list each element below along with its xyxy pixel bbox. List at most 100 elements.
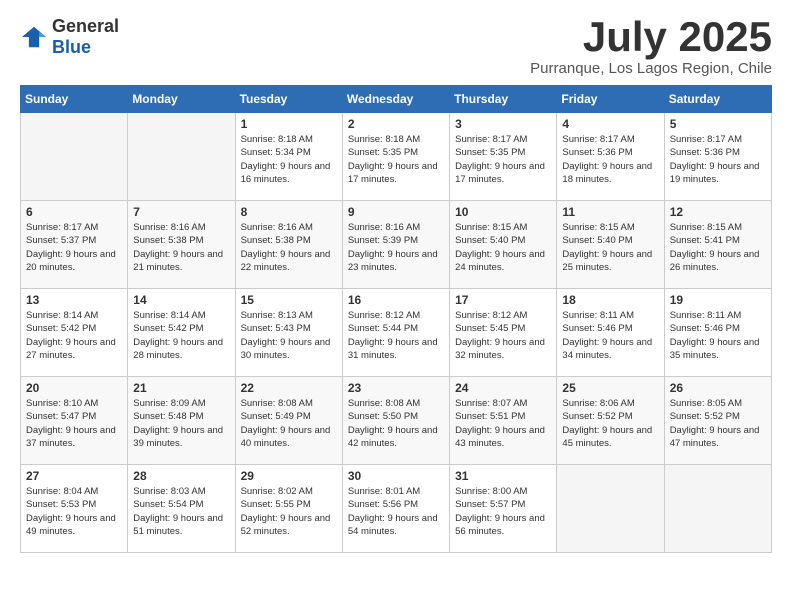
calendar-cell (664, 465, 771, 553)
day-number: 9 (348, 205, 444, 219)
day-number: 5 (670, 117, 766, 131)
cell-info: Sunrise: 8:01 AM Sunset: 5:56 PM Dayligh… (348, 485, 444, 538)
day-number: 15 (241, 293, 337, 307)
calendar-cell: 9 Sunrise: 8:16 AM Sunset: 5:39 PM Daylig… (342, 201, 449, 289)
calendar-cell (128, 113, 235, 201)
day-number: 7 (133, 205, 229, 219)
cell-info: Sunrise: 8:14 AM Sunset: 5:42 PM Dayligh… (26, 309, 122, 362)
calendar-cell: 27 Sunrise: 8:04 AM Sunset: 5:53 PM Dayli… (21, 465, 128, 553)
day-number: 18 (562, 293, 658, 307)
day-number: 23 (348, 381, 444, 395)
calendar-cell: 30 Sunrise: 8:01 AM Sunset: 5:56 PM Dayli… (342, 465, 449, 553)
calendar-cell: 12 Sunrise: 8:15 AM Sunset: 5:41 PM Dayli… (664, 201, 771, 289)
cell-info: Sunrise: 8:13 AM Sunset: 5:43 PM Dayligh… (241, 309, 337, 362)
cell-info: Sunrise: 8:17 AM Sunset: 5:36 PM Dayligh… (670, 133, 766, 186)
day-number: 27 (26, 469, 122, 483)
calendar-cell: 25 Sunrise: 8:06 AM Sunset: 5:52 PM Dayli… (557, 377, 664, 465)
day-number: 30 (348, 469, 444, 483)
calendar-cell: 11 Sunrise: 8:15 AM Sunset: 5:40 PM Dayli… (557, 201, 664, 289)
calendar-cell: 26 Sunrise: 8:05 AM Sunset: 5:52 PM Dayli… (664, 377, 771, 465)
calendar-cell: 17Sunrise: 8:12 AM Sunset: 5:45 PM Dayli… (450, 289, 557, 377)
subtitle: Purranque, Los Lagos Region, Chile (530, 60, 772, 77)
day-number: 11 (562, 205, 658, 219)
header-cell-friday: Friday (557, 86, 664, 113)
day-number: 2 (348, 117, 444, 131)
calendar-cell: 3Sunrise: 8:17 AM Sunset: 5:35 PM Daylig… (450, 113, 557, 201)
day-number: 24 (455, 381, 551, 395)
cell-info: Sunrise: 8:06 AM Sunset: 5:52 PM Dayligh… (562, 397, 658, 450)
calendar-cell: 28Sunrise: 8:03 AM Sunset: 5:54 PM Dayli… (128, 465, 235, 553)
calendar-cell: 14Sunrise: 8:14 AM Sunset: 5:42 PM Dayli… (128, 289, 235, 377)
day-number: 28 (133, 469, 229, 483)
cell-info: Sunrise: 8:09 AM Sunset: 5:48 PM Dayligh… (133, 397, 229, 450)
header-cell-sunday: Sunday (21, 86, 128, 113)
calendar-cell: 7 Sunrise: 8:16 AM Sunset: 5:38 PM Daylig… (128, 201, 235, 289)
header: General Blue July 2025 Purranque, Los La… (20, 16, 772, 77)
calendar-cell: 23Sunrise: 8:08 AM Sunset: 5:50 PM Dayli… (342, 377, 449, 465)
calendar-cell: 20 Sunrise: 8:10 AM Sunset: 5:47 PM Dayli… (21, 377, 128, 465)
cell-info: Sunrise: 8:15 AM Sunset: 5:40 PM Dayligh… (455, 221, 551, 274)
day-number: 26 (670, 381, 766, 395)
calendar-cell: 22Sunrise: 8:08 AM Sunset: 5:49 PM Dayli… (235, 377, 342, 465)
calendar-cell: 5 Sunrise: 8:17 AM Sunset: 5:36 PM Daylig… (664, 113, 771, 201)
header-cell-wednesday: Wednesday (342, 86, 449, 113)
cell-info: Sunrise: 8:05 AM Sunset: 5:52 PM Dayligh… (670, 397, 766, 450)
calendar-table: SundayMondayTuesdayWednesdayThursdayFrid… (20, 85, 772, 553)
day-number: 10 (455, 205, 551, 219)
header-cell-saturday: Saturday (664, 86, 771, 113)
logo-icon (20, 25, 48, 49)
calendar-cell: 18 Sunrise: 8:11 AM Sunset: 5:46 PM Dayli… (557, 289, 664, 377)
week-row-4: 20 Sunrise: 8:10 AM Sunset: 5:47 PM Dayli… (21, 377, 772, 465)
cell-info: Sunrise: 8:14 AM Sunset: 5:42 PM Dayligh… (133, 309, 229, 362)
calendar-cell: 1 Sunrise: 8:18 AM Sunset: 5:34 PM Daylig… (235, 113, 342, 201)
cell-info: Sunrise: 8:07 AM Sunset: 5:51 PM Dayligh… (455, 397, 551, 450)
title-area: July 2025 Purranque, Los Lagos Region, C… (530, 16, 772, 77)
day-number: 1 (241, 117, 337, 131)
day-number: 12 (670, 205, 766, 219)
cell-info: Sunrise: 8:17 AM Sunset: 5:37 PM Dayligh… (26, 221, 122, 274)
cell-info: Sunrise: 8:16 AM Sunset: 5:39 PM Dayligh… (348, 221, 444, 274)
logo-text-blue: Blue (52, 37, 91, 57)
day-number: 22 (241, 381, 337, 395)
week-row-5: 27 Sunrise: 8:04 AM Sunset: 5:53 PM Dayli… (21, 465, 772, 553)
cell-info: Sunrise: 8:11 AM Sunset: 5:46 PM Dayligh… (670, 309, 766, 362)
week-row-2: 6Sunrise: 8:17 AM Sunset: 5:37 PM Daylig… (21, 201, 772, 289)
cell-info: Sunrise: 8:15 AM Sunset: 5:41 PM Dayligh… (670, 221, 766, 274)
day-number: 20 (26, 381, 122, 395)
calendar-cell (557, 465, 664, 553)
day-number: 21 (133, 381, 229, 395)
cell-info: Sunrise: 8:12 AM Sunset: 5:45 PM Dayligh… (455, 309, 551, 362)
cell-info: Sunrise: 8:18 AM Sunset: 5:35 PM Dayligh… (348, 133, 444, 186)
cell-info: Sunrise: 8:04 AM Sunset: 5:53 PM Dayligh… (26, 485, 122, 538)
day-number: 29 (241, 469, 337, 483)
calendar-cell: 21 Sunrise: 8:09 AM Sunset: 5:48 PM Dayli… (128, 377, 235, 465)
day-number: 31 (455, 469, 551, 483)
calendar-cell: 8Sunrise: 8:16 AM Sunset: 5:38 PM Daylig… (235, 201, 342, 289)
calendar-cell (21, 113, 128, 201)
day-number: 25 (562, 381, 658, 395)
header-cell-thursday: Thursday (450, 86, 557, 113)
calendar-cell: 29 Sunrise: 8:02 AM Sunset: 5:55 PM Dayli… (235, 465, 342, 553)
day-number: 19 (670, 293, 766, 307)
cell-info: Sunrise: 8:17 AM Sunset: 5:35 PM Dayligh… (455, 133, 551, 186)
week-row-1: 1 Sunrise: 8:18 AM Sunset: 5:34 PM Daylig… (21, 113, 772, 201)
calendar-cell: 16Sunrise: 8:12 AM Sunset: 5:44 PM Dayli… (342, 289, 449, 377)
calendar-cell: 24 Sunrise: 8:07 AM Sunset: 5:51 PM Dayli… (450, 377, 557, 465)
cell-info: Sunrise: 8:17 AM Sunset: 5:36 PM Dayligh… (562, 133, 658, 186)
cell-info: Sunrise: 8:15 AM Sunset: 5:40 PM Dayligh… (562, 221, 658, 274)
day-number: 4 (562, 117, 658, 131)
day-number: 13 (26, 293, 122, 307)
cell-info: Sunrise: 8:16 AM Sunset: 5:38 PM Dayligh… (133, 221, 229, 274)
logo: General Blue (20, 16, 119, 58)
cell-info: Sunrise: 8:18 AM Sunset: 5:34 PM Dayligh… (241, 133, 337, 186)
calendar-cell: 6Sunrise: 8:17 AM Sunset: 5:37 PM Daylig… (21, 201, 128, 289)
cell-info: Sunrise: 8:12 AM Sunset: 5:44 PM Dayligh… (348, 309, 444, 362)
cell-info: Sunrise: 8:11 AM Sunset: 5:46 PM Dayligh… (562, 309, 658, 362)
logo-text-general: General (52, 16, 119, 36)
cell-info: Sunrise: 8:00 AM Sunset: 5:57 PM Dayligh… (455, 485, 551, 538)
cell-info: Sunrise: 8:10 AM Sunset: 5:47 PM Dayligh… (26, 397, 122, 450)
cell-info: Sunrise: 8:02 AM Sunset: 5:55 PM Dayligh… (241, 485, 337, 538)
day-number: 8 (241, 205, 337, 219)
week-row-3: 13 Sunrise: 8:14 AM Sunset: 5:42 PM Dayli… (21, 289, 772, 377)
calendar-cell: 4 Sunrise: 8:17 AM Sunset: 5:36 PM Daylig… (557, 113, 664, 201)
